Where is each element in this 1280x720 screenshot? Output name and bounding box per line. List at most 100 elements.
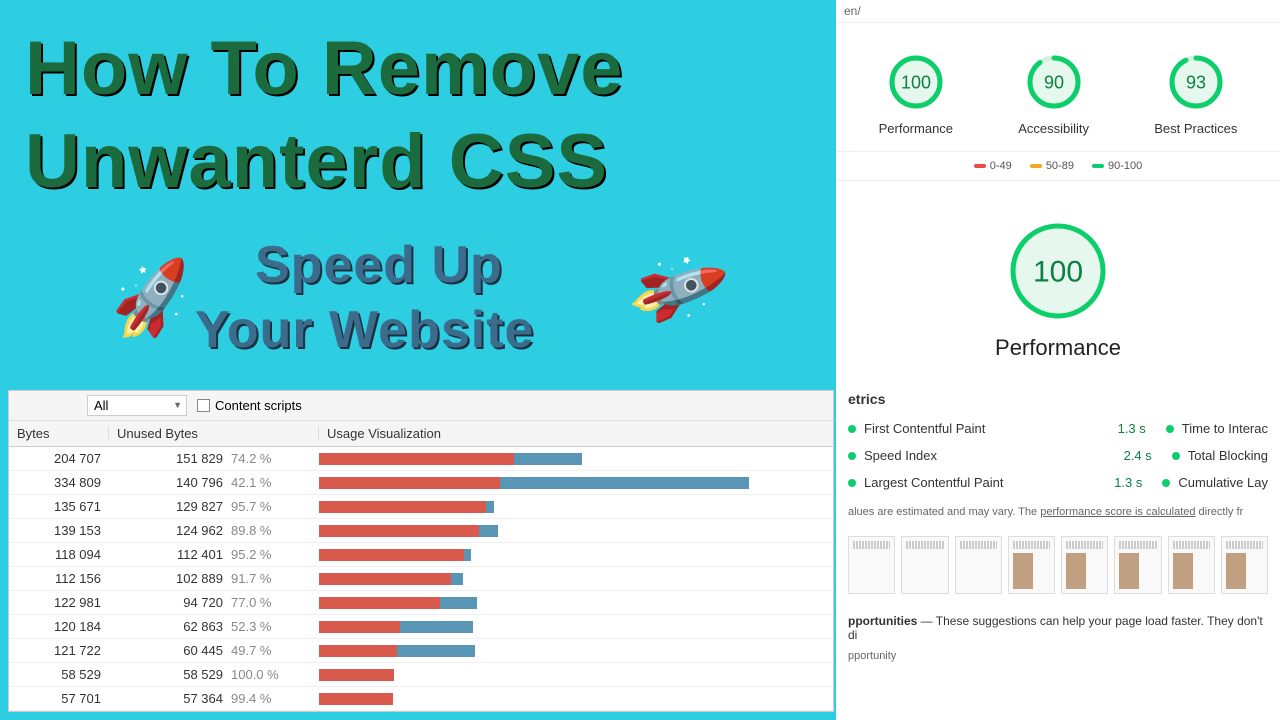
table-row[interactable]: 118 094 112 401 95.2 % [9, 543, 833, 567]
table-row[interactable]: 120 184 62 863 52.3 % [9, 615, 833, 639]
cell-pct: 95.7 % [229, 499, 319, 514]
header-usage[interactable]: Usage Visualization [319, 426, 833, 441]
cell-bar [319, 525, 833, 537]
cell-bytes: 118 094 [9, 547, 109, 562]
cell-pct: 91.7 % [229, 571, 319, 586]
coverage-header-row: Bytes Unused Bytes Usage Visualization [9, 421, 833, 447]
metric-value: 1.3 s [1118, 421, 1146, 436]
svg-text:93: 93 [1186, 72, 1206, 92]
table-row[interactable]: 334 809 140 796 42.1 % [9, 471, 833, 495]
cell-bar [319, 573, 833, 585]
status-dot-icon [848, 479, 856, 487]
svg-text:90: 90 [1044, 72, 1064, 92]
cell-bar [319, 477, 833, 489]
checkbox-label: Content scripts [215, 398, 302, 413]
filter-dropdown[interactable]: All [87, 395, 187, 416]
cell-bytes: 122 981 [9, 595, 109, 610]
subtitle-line2: Your Website [195, 300, 534, 360]
legend-yellow-icon [1030, 164, 1042, 168]
header-bytes[interactable]: Bytes [9, 426, 109, 441]
lighthouse-panel: en/ 100 Performance 90 Accessibility 93 … [836, 0, 1280, 720]
table-row[interactable]: 121 722 60 445 49.7 % [9, 639, 833, 663]
cell-bytes: 135 671 [9, 499, 109, 514]
filmstrip-frame[interactable] [1114, 536, 1161, 594]
cell-pct: 99.4 % [229, 691, 319, 706]
score-gauge[interactable]: 93 Best Practices [1154, 53, 1237, 136]
cell-pct: 100.0 % [229, 667, 319, 682]
coverage-panel: All Content scripts Bytes Unused Bytes U… [8, 390, 834, 712]
filmstrip-frame[interactable] [901, 536, 948, 594]
subtitle-line1: Speed Up [255, 235, 503, 295]
metric-value: 1.3 s [1114, 475, 1142, 490]
cell-unused: 124 962 [109, 523, 229, 538]
score-legend: 0-49 50-89 90-100 [836, 151, 1280, 181]
opportunities-section: pportunities — These suggestions can hel… [836, 602, 1280, 674]
cell-unused: 112 401 [109, 547, 229, 562]
table-row[interactable]: 204 707 151 829 74.2 % [9, 447, 833, 471]
cell-bar [319, 693, 833, 705]
score-label: Accessibility [1018, 121, 1089, 136]
cell-bar [319, 621, 833, 633]
table-row[interactable]: 139 153 124 962 89.8 % [9, 519, 833, 543]
filmstrip-frame[interactable] [848, 536, 895, 594]
cell-pct: 49.7 % [229, 643, 319, 658]
status-dot-icon [1166, 425, 1174, 433]
table-row[interactable]: 58 529 58 529 100.0 % [9, 663, 833, 687]
metric-name: First Contentful Paint [864, 421, 1118, 436]
cell-bytes: 58 529 [9, 667, 109, 682]
cell-unused: 60 445 [109, 643, 229, 658]
coverage-toolbar: All Content scripts [9, 391, 833, 421]
cell-unused: 140 796 [109, 475, 229, 490]
cell-pct: 42.1 % [229, 475, 319, 490]
cell-bar [319, 501, 833, 513]
table-row[interactable]: 57 701 57 364 99.4 % [9, 687, 833, 711]
headline-line2: Unwanterd CSS [25, 118, 608, 205]
cell-bytes: 57 701 [9, 691, 109, 706]
filmstrip-frame[interactable] [1008, 536, 1055, 594]
metric-name: Total Blocking [1188, 448, 1268, 463]
checkbox-icon[interactable] [197, 399, 210, 412]
cell-unused: 62 863 [109, 619, 229, 634]
header-unused[interactable]: Unused Bytes [109, 426, 319, 441]
metric-value: 2.4 s [1124, 448, 1152, 463]
score-gauge[interactable]: 90 Accessibility [1018, 53, 1089, 136]
score-label: Performance [879, 121, 953, 136]
table-row[interactable]: 122 981 94 720 77.0 % [9, 591, 833, 615]
filmstrip-frame[interactable] [1061, 536, 1108, 594]
performance-big-label: Performance [836, 335, 1280, 361]
rocket-icon: 🚀 [622, 236, 733, 344]
metric-name: Cumulative Lay [1178, 475, 1268, 490]
cell-unused: 102 889 [109, 571, 229, 586]
cell-bar [319, 645, 833, 657]
filmstrip-thumbnails [836, 528, 1280, 602]
status-dot-icon [848, 425, 856, 433]
cell-unused: 129 827 [109, 499, 229, 514]
cell-bytes: 112 156 [9, 571, 109, 586]
table-row[interactable]: 135 671 129 827 95.7 % [9, 495, 833, 519]
svg-text:100: 100 [1033, 256, 1083, 289]
cell-unused: 151 829 [109, 451, 229, 466]
content-scripts-checkbox[interactable]: Content scripts [197, 398, 302, 413]
lighthouse-scores: 100 Performance 90 Accessibility 93 Best… [836, 23, 1280, 151]
cell-bar [319, 549, 833, 561]
performance-big-score: 100 Performance [836, 181, 1280, 381]
filmstrip-frame[interactable] [955, 536, 1002, 594]
filmstrip-frame[interactable] [1168, 536, 1215, 594]
metric-name: Speed Index [864, 448, 1124, 463]
table-row[interactable]: 112 156 102 889 91.7 % [9, 567, 833, 591]
cell-pct: 95.2 % [229, 547, 319, 562]
lighthouse-url: en/ [836, 0, 1280, 23]
metric-row: Speed Index 2.4 s Total Blocking [848, 442, 1268, 469]
score-gauge[interactable]: 100 Performance [879, 53, 953, 136]
rocket-icon: 🚀 [104, 253, 201, 346]
metric-name: Time to Interac [1182, 421, 1268, 436]
filmstrip-frame[interactable] [1221, 536, 1268, 594]
cell-pct: 89.8 % [229, 523, 319, 538]
metric-row: Largest Contentful Paint 1.3 s Cumulativ… [848, 469, 1268, 496]
metric-row: First Contentful Paint 1.3 s Time to Int… [848, 415, 1268, 442]
cell-unused: 94 720 [109, 595, 229, 610]
cell-pct: 74.2 % [229, 451, 319, 466]
legend-red-icon [974, 164, 986, 168]
cell-bar [319, 453, 833, 465]
metric-name: Largest Contentful Paint [864, 475, 1114, 490]
